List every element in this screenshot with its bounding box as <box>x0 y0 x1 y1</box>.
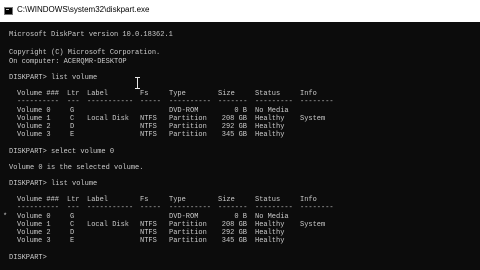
separator: ------- <box>218 98 248 106</box>
volume-size: 345 GB <box>221 237 247 245</box>
volume-table-2-separator: ---------- --- ----------- ----- -------… <box>9 204 334 213</box>
table-row: Volume 3 E NTFS Partition 345 GB Healthy <box>9 237 284 246</box>
separator: ---------- <box>169 204 212 212</box>
volume-label: Local Disk <box>87 115 130 123</box>
separator: ----- <box>140 204 162 212</box>
diskpart-window: C:\WINDOWS\system32\diskpart.exe Microso… <box>0 0 480 270</box>
computer-name-line: On computer: ACERQMR-DESKTOP <box>9 58 127 66</box>
separator: ---------- <box>17 204 60 212</box>
volume-number: Volume 3 <box>17 131 51 139</box>
separator: ----- <box>140 98 162 106</box>
separator: ------- <box>218 204 248 212</box>
title-bar[interactable]: C:\WINDOWS\system32\diskpart.exe <box>0 0 480 23</box>
separator: --------- <box>255 98 293 106</box>
command-line-list-volume-2: DISKPART> list volume <box>9 180 98 188</box>
table-row: Volume 3 E NTFS Partition 345 GB Healthy <box>9 131 284 140</box>
separator: ----------- <box>87 98 134 106</box>
volume-label: Local Disk <box>87 221 130 229</box>
separator: --- <box>67 204 80 212</box>
volume-letter: E <box>70 131 75 139</box>
volume-fs: NTFS <box>140 131 157 139</box>
selected-volume-message: Volume 0 is the selected volume. <box>9 164 144 172</box>
version-line: Microsoft DiskPart version 10.0.18362.1 <box>9 31 173 39</box>
separator: -------- <box>300 98 334 106</box>
volume-size: 345 GB <box>221 131 247 139</box>
volume-letter: E <box>70 237 75 245</box>
command-prompt-final[interactable]: DISKPART> <box>9 254 51 263</box>
copyright-line: Copyright (C) Microsoft Corporation. <box>9 49 161 57</box>
selected-volume-marker: * <box>3 213 8 221</box>
command-line-list-volume-1: DISKPART> list volume <box>9 74 98 82</box>
window-title: C:\WINDOWS\system32\diskpart.exe <box>17 5 150 14</box>
separator: -------- <box>300 204 334 212</box>
separator: --------- <box>255 204 293 212</box>
separator: ---------- <box>169 98 212 106</box>
command-line-select-volume: DISKPART> select volume 0 <box>9 148 115 156</box>
volume-info: System <box>300 115 326 123</box>
volume-type: Partition <box>169 131 207 139</box>
volume-type: Partition <box>169 237 207 245</box>
separator: ---------- <box>17 98 60 106</box>
console-app-icon <box>4 7 13 15</box>
volume-status: Healthy <box>255 131 285 139</box>
volume-fs: NTFS <box>140 237 157 245</box>
volume-number: Volume 3 <box>17 237 51 245</box>
volume-table-1-separator: ---------- --- ----------- ----- -------… <box>9 98 334 107</box>
volume-info: System <box>300 221 326 229</box>
separator: ----------- <box>87 204 134 212</box>
separator: --- <box>67 98 80 106</box>
volume-status: Healthy <box>255 237 285 245</box>
console-output[interactable]: Microsoft DiskPart version 10.0.18362.1 … <box>0 22 480 270</box>
i-beam-cursor-icon <box>134 77 141 89</box>
